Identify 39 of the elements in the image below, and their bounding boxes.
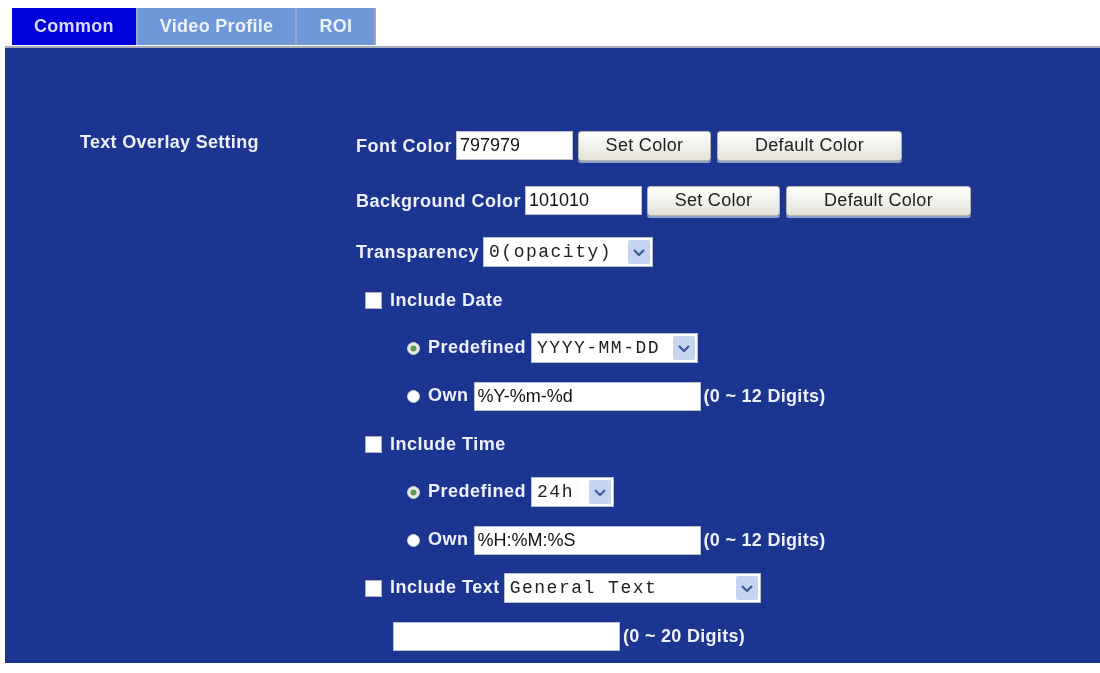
- chevron-down-icon: [673, 336, 696, 360]
- field-label: Include Time: [390, 435, 506, 453]
- radio-button[interactable]: [407, 341, 420, 355]
- radio-button[interactable]: [407, 485, 420, 499]
- chevron-down-icon: [589, 480, 612, 504]
- text-field[interactable]: %H:%M:%S: [473, 525, 701, 555]
- section-title: Text Overlay Setting: [80, 132, 259, 152]
- dropdown[interactable]: 24h: [531, 477, 615, 507]
- field-label: Include Text: [390, 577, 500, 597]
- default-color-button[interactable]: Default Color: [717, 130, 902, 161]
- chevron-down-icon: [628, 240, 651, 264]
- digits-hint: (0 ~ 12 Digits): [703, 531, 826, 549]
- text-field[interactable]: [393, 621, 620, 651]
- dropdown[interactable]: YYYY-MM-DD: [531, 333, 699, 363]
- field-label: Own: [428, 385, 469, 405]
- chevron-down-icon: [735, 576, 758, 600]
- checkbox[interactable]: [365, 291, 382, 309]
- radio-button[interactable]: [407, 533, 420, 547]
- field-label: Predefined: [428, 481, 527, 501]
- tab[interactable]: Common: [12, 8, 138, 45]
- text-field[interactable]: 797979: [456, 131, 573, 160]
- field-label: Predefined: [428, 337, 527, 357]
- field-label: Include Date: [390, 291, 504, 309]
- text-field[interactable]: 101010: [525, 186, 642, 215]
- dropdown[interactable]: 0(opacity): [483, 237, 654, 267]
- default-color-button[interactable]: Default Color: [786, 185, 971, 216]
- field-label: Own: [428, 529, 469, 549]
- digits-hint: (0 ~ 20 Digits): [623, 627, 746, 645]
- radio-button[interactable]: [407, 389, 420, 403]
- field-label: Background Color: [356, 191, 521, 210]
- set-color-button[interactable]: Set Color: [647, 185, 780, 216]
- checkbox[interactable]: [365, 579, 382, 597]
- text-field[interactable]: %Y-%m-%d: [473, 381, 701, 411]
- dropdown[interactable]: General Text: [503, 573, 761, 603]
- field-label: Font Color: [356, 136, 452, 155]
- checkbox[interactable]: [365, 435, 382, 453]
- digits-hint: (0 ~ 12 Digits): [703, 387, 826, 405]
- field-label: Transparency: [356, 243, 480, 261]
- set-color-button[interactable]: Set Color: [578, 130, 711, 161]
